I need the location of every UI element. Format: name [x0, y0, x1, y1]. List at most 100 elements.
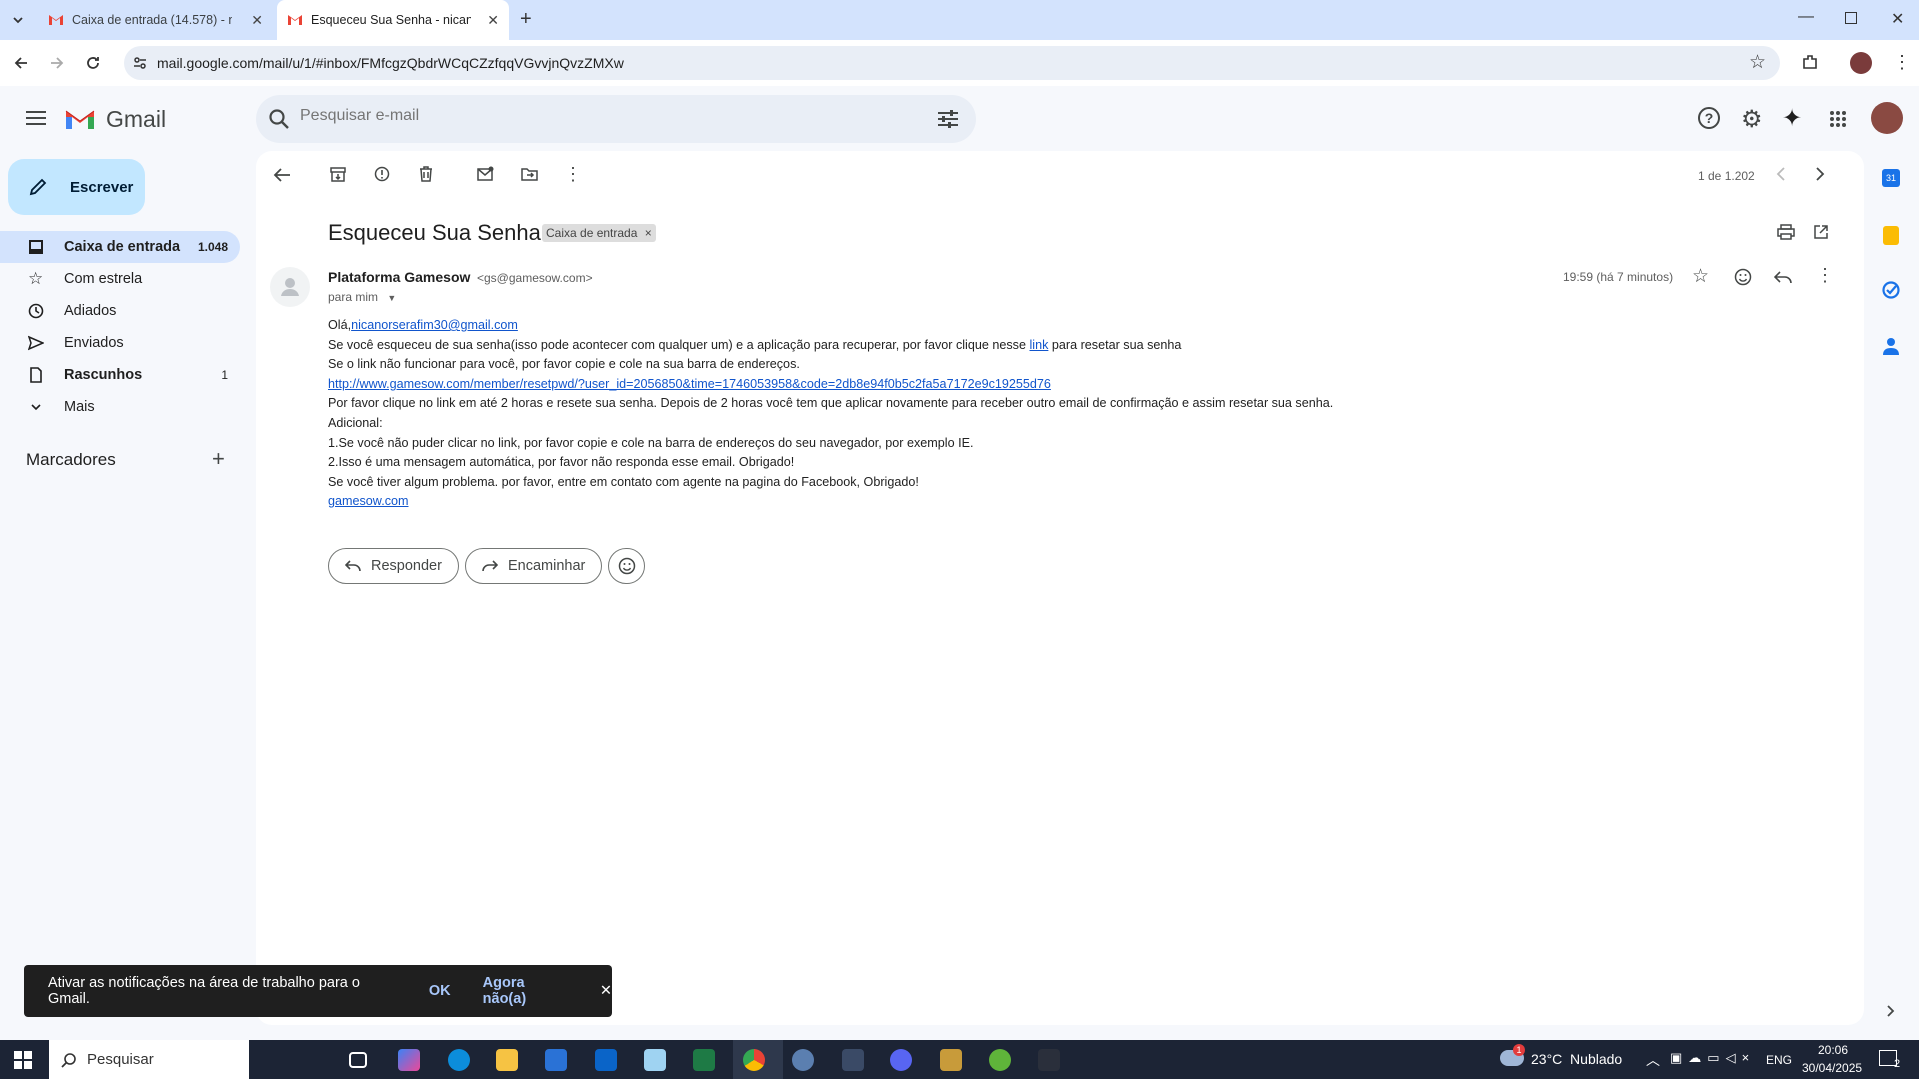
sender-avatar[interactable]	[270, 267, 310, 307]
delete-icon[interactable]	[418, 166, 434, 182]
search-options-icon[interactable]	[937, 109, 959, 129]
gmail-logo-icon[interactable]	[64, 107, 96, 131]
minimize-icon[interactable]: —	[1798, 8, 1814, 26]
more-actions-icon[interactable]: ⋮	[564, 164, 582, 185]
settings-gear-icon[interactable]: ⚙	[1741, 105, 1763, 134]
browser-tab-inbox[interactable]: Caixa de entrada (14.578) - nicanorseraf…	[38, 0, 273, 40]
recipient-line[interactable]: para mim ▼	[328, 290, 396, 304]
apps-grid-icon[interactable]	[1829, 110, 1847, 128]
reset-url-link[interactable]: http://www.gamesow.com/member/resetpwd/?…	[328, 377, 1051, 391]
windows-start-icon[interactable]	[14, 1051, 32, 1069]
message-more-icon[interactable]: ⋮	[1816, 265, 1834, 286]
app-book-icon[interactable]	[940, 1049, 962, 1071]
outlook-icon[interactable]	[595, 1049, 617, 1071]
older-chevron-icon[interactable]	[1815, 166, 1825, 182]
reply-icon[interactable]	[1774, 270, 1792, 284]
email-time: 19:59 (há 7 minutos)	[1563, 270, 1674, 284]
body-line: Por favor clique no link em até 2 horas …	[328, 396, 1334, 411]
restore-icon[interactable]	[1845, 12, 1857, 24]
forward-button[interactable]: Encaminhar	[465, 548, 603, 584]
remove-label-icon[interactable]: ×	[645, 226, 652, 240]
star-message-icon[interactable]: ☆	[1692, 265, 1709, 288]
report-spam-icon[interactable]	[374, 166, 390, 182]
recipient-details-caret-icon[interactable]: ▼	[387, 293, 396, 303]
store-icon[interactable]	[545, 1049, 567, 1071]
forward-icon	[482, 559, 498, 571]
sidebar-item-more[interactable]: Mais	[0, 391, 240, 423]
tray-icons[interactable]: ▣☁▭◁×	[1670, 1050, 1755, 1066]
move-to-icon[interactable]	[521, 166, 538, 182]
help-icon[interactable]: ?	[1698, 107, 1720, 129]
edge-icon[interactable]	[448, 1049, 470, 1071]
taskbar-search[interactable]: Pesquisar	[49, 1040, 249, 1079]
gmail-logo-text[interactable]: Gmail	[106, 106, 166, 133]
add-reaction-icon[interactable]	[1734, 268, 1752, 286]
not-now-button[interactable]: Agora não(a)	[483, 975, 572, 1007]
notepad-icon[interactable]	[644, 1049, 666, 1071]
chrome-icon[interactable]	[743, 1049, 765, 1071]
new-tab-icon[interactable]: +	[520, 8, 532, 31]
tasks-icon[interactable]	[1882, 281, 1900, 299]
archive-icon[interactable]	[330, 166, 346, 182]
bookmark-star-icon[interactable]: ☆	[1749, 51, 1766, 74]
back-icon[interactable]	[12, 54, 30, 72]
sidebar-item-starred[interactable]: ☆ Com estrela	[0, 263, 240, 295]
app-dark-icon[interactable]	[1038, 1049, 1060, 1071]
browser-menu-icon[interactable]: ⋮	[1893, 52, 1911, 73]
sidebar-item-sent[interactable]: Enviados	[0, 327, 240, 359]
utorrent-icon[interactable]	[989, 1049, 1011, 1071]
weather-text[interactable]: 23°C Nublado	[1531, 1051, 1622, 1067]
contacts-icon[interactable]	[1883, 337, 1899, 355]
sender-name[interactable]: Plataforma Gamesow	[328, 269, 470, 285]
site-info-icon[interactable]	[132, 55, 148, 71]
enable-notifications-button[interactable]: OK	[429, 983, 451, 999]
close-tab-icon[interactable]: ✕	[251, 12, 263, 29]
file-explorer-icon[interactable]	[496, 1049, 518, 1071]
greeting-email-link[interactable]: nicanorserafim30@gmail.com	[351, 318, 518, 332]
forward-icon[interactable]	[48, 54, 66, 72]
compose-button[interactable]: Escrever	[8, 159, 145, 215]
expand-side-panel-icon[interactable]	[1886, 1004, 1896, 1018]
search-input[interactable]	[300, 107, 900, 125]
recipient-text: para mim	[328, 290, 379, 304]
main-menu-icon[interactable]	[26, 110, 46, 126]
clock-date[interactable]: 30/04/2025	[1802, 1061, 1862, 1075]
close-window-icon[interactable]: ✕	[1891, 9, 1904, 29]
reply-button[interactable]: Responder	[328, 548, 459, 584]
keep-icon[interactable]	[1883, 226, 1899, 245]
sidebar-item-snoozed[interactable]: Adiados	[0, 295, 240, 327]
footer-site-link[interactable]: gamesow.com	[328, 494, 409, 508]
emoji-reaction-button[interactable]	[608, 548, 645, 584]
browser-tab-email[interactable]: Esqueceu Sua Senha - nicanorserafim30@gm…	[277, 0, 509, 40]
gemini-sparkle-icon[interactable]: ✦	[1782, 104, 1802, 133]
mark-unread-icon[interactable]	[477, 166, 494, 182]
profile-avatar[interactable]	[1850, 52, 1872, 74]
label-chip[interactable]: Caixa de entrada ×	[542, 224, 656, 242]
calculator-icon[interactable]	[842, 1049, 864, 1071]
tab-search-icon[interactable]	[10, 12, 26, 28]
tray-chevron-icon[interactable]: ︿	[1646, 1050, 1660, 1070]
calendar-icon[interactable]: 31	[1882, 169, 1900, 187]
sidebar-item-drafts[interactable]: Rascunhos 1	[0, 359, 240, 391]
print-icon[interactable]	[1777, 224, 1795, 240]
search-icon[interactable]	[268, 108, 290, 130]
excel-icon[interactable]	[693, 1049, 715, 1071]
url-text[interactable]: mail.google.com/mail/u/1/#inbox/FMfcgzQb…	[157, 55, 624, 71]
sidebar-item-inbox[interactable]: Caixa de entrada 1.048	[0, 231, 240, 263]
copilot-icon[interactable]	[398, 1049, 420, 1071]
language-indicator[interactable]: ENG	[1766, 1053, 1792, 1067]
reload-icon[interactable]	[84, 54, 102, 72]
add-label-icon[interactable]: +	[212, 446, 225, 472]
newer-chevron-icon[interactable]	[1776, 166, 1786, 182]
close-snackbar-icon[interactable]: ✕	[600, 983, 612, 999]
clock-time[interactable]: 20:06	[1818, 1043, 1848, 1057]
extensions-icon[interactable]	[1801, 53, 1819, 71]
close-tab-icon[interactable]: ✕	[487, 12, 499, 29]
back-to-inbox-icon[interactable]	[273, 167, 291, 183]
task-view-icon[interactable]	[349, 1052, 367, 1068]
app-c-icon[interactable]	[792, 1049, 814, 1071]
account-avatar[interactable]	[1871, 102, 1903, 134]
discord-icon[interactable]	[890, 1049, 912, 1071]
open-new-window-icon[interactable]	[1813, 224, 1829, 240]
reset-link[interactable]: link	[1029, 338, 1048, 352]
